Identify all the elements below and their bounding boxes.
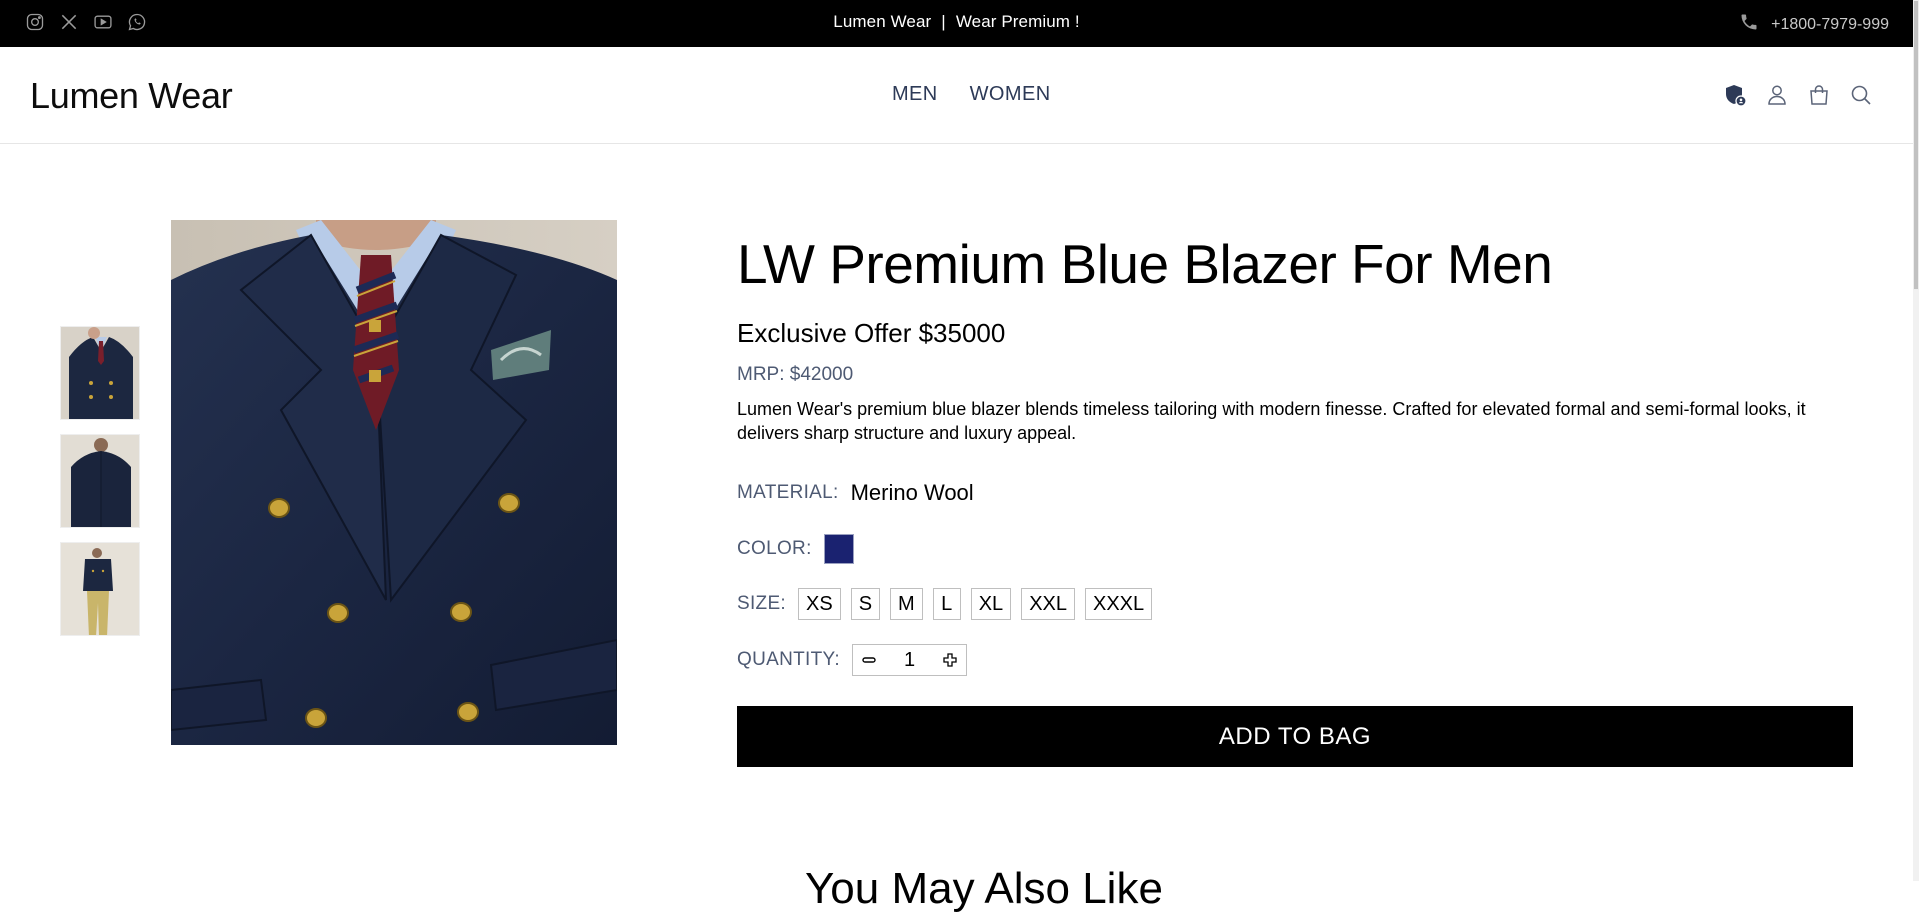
material-value: Merino Wool — [850, 480, 974, 505]
nav-women[interactable]: WOMEN — [970, 83, 1051, 106]
size-option-xs[interactable]: XS — [798, 588, 841, 620]
material-label: MATERIAL: — [737, 482, 839, 503]
main-nav: MEN WOMEN — [892, 83, 1051, 106]
quantity-label: QUANTITY: — [737, 649, 840, 670]
product-description: Lumen Wear's premium blue blazer blends … — [737, 399, 1806, 443]
size-option-m[interactable]: M — [890, 588, 923, 620]
increase-quantity-button[interactable] — [934, 645, 966, 675]
phone-number: +1800-7979-999 — [1771, 15, 1889, 33]
plus-icon — [943, 653, 957, 667]
size-option-s[interactable]: S — [850, 588, 881, 620]
announcement-bar: Lumen Wear | Wear Premium ! +1800-7979-999 — [0, 0, 1913, 47]
color-swatch[interactable] — [823, 534, 854, 564]
thumbnail-list — [60, 326, 140, 636]
bag-icon[interactable] — [1807, 81, 1831, 109]
size-row: SIZE: XS S M L XL XXL XXXL — [737, 588, 1153, 620]
site-header: Lumen Wear MEN WOMEN — [0, 47, 1913, 144]
quantity-value[interactable]: 1 — [885, 649, 934, 672]
quantity-row: QUANTITY: 1 — [737, 644, 967, 676]
header-icons — [1723, 81, 1873, 109]
phone-icon — [1739, 12, 1759, 37]
announcement-separator: | — [941, 12, 946, 31]
announcement-text: Lumen Wear | Wear Premium ! — [0, 12, 1913, 32]
recommendations-heading: You May Also Like — [805, 864, 1163, 913]
product-thumbnail[interactable] — [60, 326, 140, 420]
search-icon[interactable] — [1849, 81, 1873, 109]
decrease-quantity-button[interactable] — [853, 645, 885, 675]
announcement-brand: Lumen Wear — [833, 12, 932, 31]
user-icon[interactable] — [1765, 81, 1789, 109]
shield-user-icon[interactable] — [1723, 81, 1747, 109]
size-option-l[interactable]: L — [932, 588, 961, 620]
page-scrollbar[interactable] — [1913, 0, 1919, 881]
product-main-image[interactable] — [171, 220, 617, 745]
scrollbar-thumb[interactable] — [1913, 0, 1919, 290]
quantity-stepper: 1 — [852, 644, 967, 676]
minus-icon — [862, 657, 876, 663]
size-option-xl[interactable]: XL — [970, 588, 1012, 620]
nav-men[interactable]: MEN — [892, 83, 938, 106]
product-thumbnail[interactable] — [60, 434, 140, 528]
product-thumbnail[interactable] — [60, 542, 140, 636]
material-row: MATERIAL: Merino Wool — [737, 480, 974, 506]
color-row: COLOR: — [737, 534, 854, 564]
product-title: LW Premium Blue Blazer For Men — [737, 233, 1553, 295]
mrp-price: MRP: $42000 — [737, 364, 854, 385]
size-options: XS S M L XL XXL XXXL — [798, 588, 1153, 620]
add-to-bag-button[interactable]: ADD TO BAG — [737, 706, 1853, 767]
announcement-tagline: Wear Premium ! — [955, 12, 1080, 31]
size-option-xxxl[interactable]: XXXL — [1085, 588, 1153, 620]
size-label: SIZE: — [737, 593, 787, 614]
color-label: COLOR: — [737, 538, 812, 559]
offer-price: Exclusive Offer $35000 — [737, 318, 1006, 348]
site-logo[interactable]: Lumen Wear — [30, 75, 233, 117]
contact-phone[interactable]: +1800-7979-999 — [1739, 12, 1889, 37]
size-option-xxl[interactable]: XXL — [1021, 588, 1075, 620]
